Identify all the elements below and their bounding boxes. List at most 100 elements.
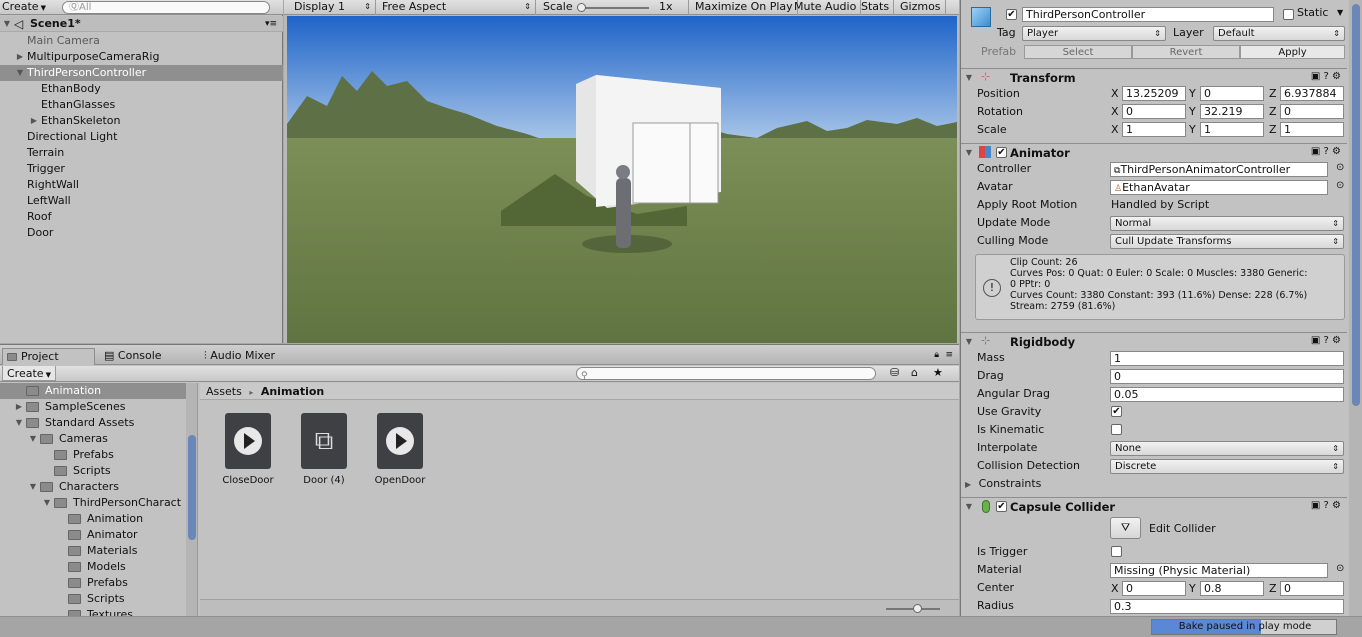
scale-x-field[interactable]: 1 (1122, 122, 1186, 137)
project-search-input[interactable]: ⚲ (576, 367, 876, 381)
prefab-apply-button[interactable]: Apply (1240, 45, 1345, 59)
avatar-field[interactable]: ♙EthanAvatar (1110, 180, 1328, 195)
project-folder-item[interactable]: Animation (0, 383, 186, 399)
favorite-star-icon[interactable]: ★ (933, 366, 943, 379)
collapse-arrow-icon[interactable]: ▶ (29, 113, 39, 129)
project-folder-item[interactable]: Materials (0, 543, 186, 559)
center-x-field[interactable]: 0 (1122, 581, 1186, 596)
component-menu-icons[interactable]: ▣ ? ⚙ (1311, 146, 1341, 157)
tab-project[interactable]: Project (2, 348, 95, 365)
hierarchy-item[interactable]: Trigger (0, 161, 283, 177)
hierarchy-item[interactable]: EthanBody (0, 81, 283, 97)
project-folder-item[interactable]: ▼ ThirdPersonCharact (0, 495, 186, 511)
hierarchy-item[interactable]: Terrain (0, 145, 283, 161)
drag-field[interactable]: 0 (1110, 369, 1344, 384)
scale-z-field[interactable]: 1 (1280, 122, 1344, 137)
hierarchy-item[interactable]: RightWall (0, 177, 283, 193)
project-folder-item[interactable]: Scripts (0, 463, 186, 479)
controller-field[interactable]: ⧉ThirdPersonAnimatorController (1110, 162, 1328, 177)
hierarchy-item[interactable]: Roof (0, 209, 283, 225)
position-x-field[interactable]: 13.25209 (1122, 86, 1186, 101)
stats-button[interactable]: Stats (857, 0, 895, 15)
hierarchy-item[interactable]: ▼ ThirdPersonController (0, 65, 283, 81)
animator-enabled-checkbox[interactable]: ✔ (996, 147, 1007, 158)
icon-size-slider-thumb[interactable] (913, 604, 922, 613)
project-create-button[interactable]: Create ▼ (2, 366, 56, 381)
expand-arrow-icon[interactable]: ▼ (28, 431, 38, 447)
tree-scrollbar-thumb[interactable] (188, 435, 196, 540)
object-picker-icon[interactable]: ⊙ (1336, 180, 1344, 191)
capsule-enabled-checkbox[interactable]: ✔ (996, 501, 1007, 512)
angular-drag-field[interactable]: 0.05 (1110, 387, 1344, 402)
object-picker-icon[interactable]: ⊙ (1336, 162, 1344, 173)
static-checkbox[interactable] (1283, 9, 1294, 20)
component-menu-icons[interactable]: ▣ ? ⚙ (1311, 71, 1341, 82)
rotation-x-field[interactable]: 0 (1122, 104, 1186, 119)
expand-arrow-icon[interactable]: ▼ (42, 495, 52, 511)
project-folder-item[interactable]: ▼ Standard Assets (0, 415, 186, 431)
display-dropdown[interactable]: Display 1 ⇕ (290, 0, 376, 15)
interpolate-dropdown[interactable]: None ⇕ (1110, 441, 1344, 456)
position-z-field[interactable]: 6.937884 (1280, 86, 1344, 101)
component-menu-icons[interactable]: ▣ ? ⚙ (1311, 335, 1341, 346)
project-folder-item[interactable]: ▼ Cameras (0, 431, 186, 447)
aspect-dropdown[interactable]: Free Aspect ⇕ (378, 0, 536, 15)
expand-arrow-icon[interactable]: ▼ (964, 498, 974, 516)
asset-tile[interactable]: CloseDoor (210, 413, 286, 486)
use-gravity-checkbox[interactable]: ✔ (1111, 406, 1122, 417)
breadcrumb-root[interactable]: Assets (206, 385, 242, 398)
collapse-arrow-icon[interactable]: ▶ (14, 399, 24, 415)
filter-label-icon[interactable]: ⌂ (911, 366, 918, 379)
edit-collider-button[interactable]: ⛛ (1110, 517, 1141, 539)
hierarchy-search-input[interactable]: ⓆAll (62, 1, 270, 14)
rigidbody-header[interactable]: ▼ ⊹ Rigidbody ▣ ? ⚙ (961, 332, 1347, 351)
collapse-arrow-icon[interactable]: ▶ (15, 49, 25, 65)
radius-field[interactable]: 0.3 (1110, 599, 1344, 614)
center-y-field[interactable]: 0.8 (1200, 581, 1264, 596)
constraints-foldout[interactable]: ▶ Constraints (965, 475, 1041, 493)
tab-audio-mixer[interactable]: ⫶ Audio Mixer (204, 348, 275, 364)
expand-arrow-icon[interactable]: ▼ (964, 144, 974, 162)
hierarchy-item[interactable]: Door (0, 225, 283, 241)
scene-menu-icon[interactable]: ▾≡ (265, 16, 277, 32)
panel-menu-icon[interactable]: ≡ (945, 350, 953, 360)
static-dropdown-icon[interactable]: ▼ (1337, 8, 1343, 17)
expand-arrow-icon[interactable]: ▼ (15, 65, 25, 81)
expand-arrow-icon[interactable]: ▼ (28, 479, 38, 495)
center-z-field[interactable]: 0 (1280, 581, 1344, 596)
mass-field[interactable]: 1 (1110, 351, 1344, 366)
project-folder-item[interactable]: Scripts (0, 591, 186, 607)
expand-arrow-icon[interactable]: ▼ (964, 333, 974, 351)
is-kinematic-checkbox[interactable] (1111, 424, 1122, 435)
scene-row[interactable]: ▼ ◁ Scene1* ▾≡ (0, 16, 283, 32)
project-folder-item[interactable]: Animation (0, 511, 186, 527)
update-mode-dropdown[interactable]: Normal ⇕ (1110, 216, 1344, 231)
hierarchy-create-button[interactable]: Create ▼ (2, 0, 56, 15)
capsule-collider-header[interactable]: ▼ ✔ Capsule Collider ▣ ? ⚙ (961, 497, 1347, 516)
tag-dropdown[interactable]: Player ⇕ (1022, 26, 1166, 41)
game-render[interactable] (287, 16, 957, 343)
hierarchy-item[interactable]: Directional Light (0, 129, 283, 145)
hierarchy-item[interactable]: EthanGlasses (0, 97, 283, 113)
asset-tile[interactable]: ⧉ Door (4) (286, 413, 362, 486)
component-menu-icons[interactable]: ▣ ? ⚙ (1311, 500, 1341, 511)
tree-scrollbar[interactable] (186, 383, 197, 617)
rotation-y-field[interactable]: 32.219 (1200, 104, 1264, 119)
project-folder-item[interactable]: Animator (0, 527, 186, 543)
layer-dropdown[interactable]: Default ⇕ (1213, 26, 1345, 41)
inspector-scrollbar-thumb[interactable] (1352, 4, 1360, 406)
material-field[interactable]: Missing (Physic Material) (1110, 563, 1328, 578)
hierarchy-item[interactable]: Main Camera (0, 33, 283, 49)
tab-console[interactable]: ▤ Console (104, 348, 162, 364)
hierarchy-item[interactable]: LeftWall (0, 193, 283, 209)
hierarchy-item[interactable]: ▶ EthanSkeleton (0, 113, 283, 129)
scale-slider[interactable] (577, 7, 649, 9)
filter-type-icon[interactable]: ⛁ (890, 366, 899, 379)
mute-audio-button[interactable]: Mute Audio (790, 0, 862, 15)
project-folder-item[interactable]: ▼ Characters (0, 479, 186, 495)
prefab-revert-button[interactable]: Revert (1132, 45, 1240, 59)
scale-y-field[interactable]: 1 (1200, 122, 1264, 137)
object-picker-icon[interactable]: ⊙ (1336, 563, 1344, 574)
hierarchy-item[interactable]: ▶ MultipurposeCameraRig (0, 49, 283, 65)
expand-arrow-icon[interactable]: ▼ (2, 16, 12, 32)
